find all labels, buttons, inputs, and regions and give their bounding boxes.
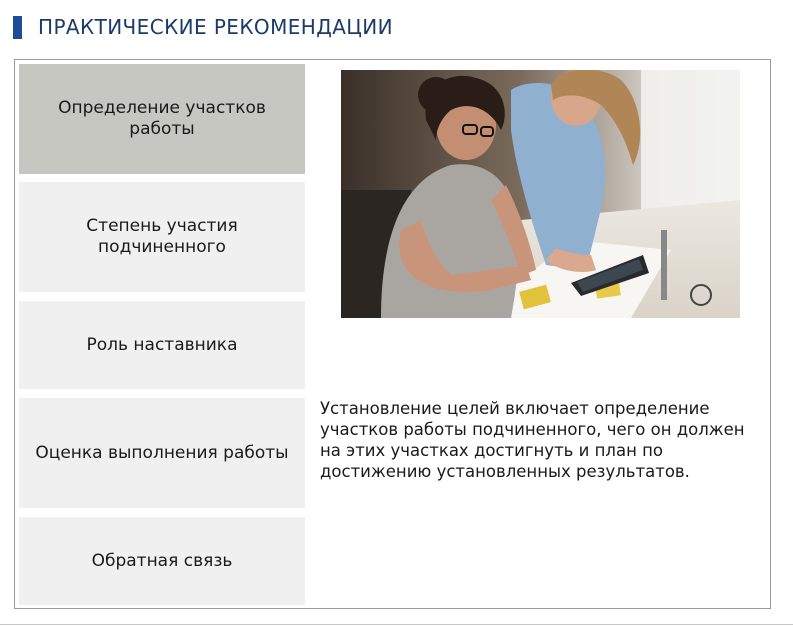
- menu-item-subordinate-participation[interactable]: Степень участия подчиненного: [19, 182, 305, 292]
- menu-item-label: Степень участия подчиненного: [86, 216, 238, 257]
- bottom-divider: [0, 624, 793, 625]
- photo-image: [341, 70, 740, 318]
- menu-item-feedback[interactable]: Обратная связь: [19, 517, 305, 605]
- menu-item-label: Определение участков работы: [58, 98, 266, 139]
- menu-item-label: Обратная связь: [91, 550, 233, 571]
- title-accent-bar: [13, 16, 22, 39]
- menu-item-label: Роль наставника: [86, 334, 238, 355]
- page-title: ПРАКТИЧЕСКИЕ РЕКОМЕНДАЦИИ: [38, 15, 393, 39]
- slide: ПРАКТИЧЕСКИЕ РЕКОМЕНДАЦИИ Определение уч…: [0, 0, 793, 627]
- menu-item-label: Оценка выполнения работы: [35, 442, 289, 463]
- menu-item-mentor-role[interactable]: Роль наставника: [19, 301, 305, 389]
- description-text: Установление целей включает определение …: [320, 399, 745, 481]
- menu-item-performance-evaluation[interactable]: Оценка выполнения работы: [19, 398, 305, 508]
- content-panel: Определение участков работы Степень учас…: [14, 59, 771, 609]
- menu-item-work-areas[interactable]: Определение участков работы: [19, 64, 305, 174]
